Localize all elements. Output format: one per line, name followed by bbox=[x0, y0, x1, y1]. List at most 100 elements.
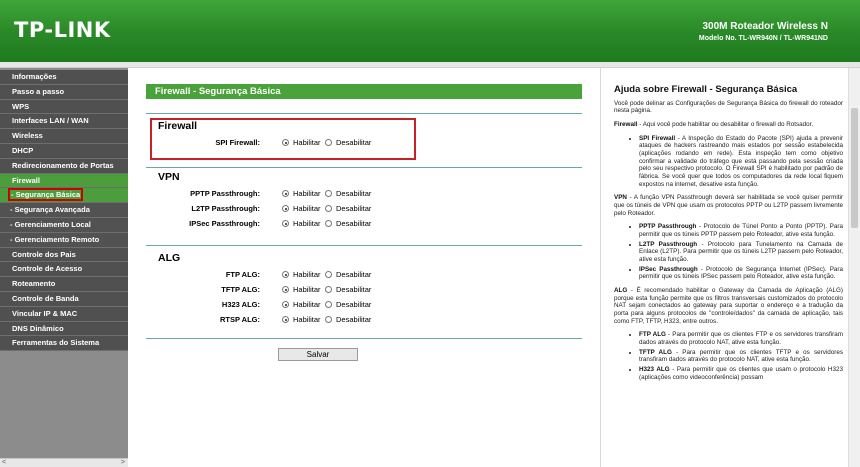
radio-unselected-icon[interactable] bbox=[325, 301, 332, 308]
save-button[interactable]: Salvar bbox=[278, 348, 358, 361]
sidebar-item-wireless[interactable]: Wireless bbox=[0, 129, 128, 144]
sidebar-item-dhcp[interactable]: DHCP bbox=[0, 143, 128, 159]
radio-selected-icon[interactable] bbox=[282, 286, 289, 293]
radio-selected-icon[interactable] bbox=[282, 139, 289, 146]
help-l2tp-term: L2TP Passthrough bbox=[639, 240, 698, 248]
sidebar-item-controle-de-acesso[interactable]: Controle de Acesso bbox=[0, 262, 128, 278]
sidebar-item-ferramentas-do-sistema[interactable]: Ferramentas do Sistema bbox=[0, 336, 128, 352]
help-ipsec-term: IPSec Passthrough bbox=[639, 265, 698, 273]
help-spi-term: SPI Firewall bbox=[639, 134, 676, 142]
help-alg-paragraph: ALG - É recomendado habilitar o Gateway … bbox=[614, 287, 843, 325]
enable-label: Habilitar bbox=[293, 204, 321, 213]
rtsp-alg-enable-radio[interactable]: Habilitar bbox=[282, 315, 321, 324]
scroll-left-icon[interactable]: < bbox=[2, 459, 6, 466]
help-spi-text: - A Inspeção do Estado do Pacote (SPI) a… bbox=[639, 134, 843, 188]
enable-label: Habilitar bbox=[293, 270, 321, 279]
sidebar: Informações Passo a passo WPS Interfaces… bbox=[0, 68, 128, 467]
enable-label: Habilitar bbox=[293, 315, 321, 324]
help-ftp-item: FTP ALG - Para permitir que os clientes … bbox=[639, 331, 843, 346]
sidebar-item-roteamento[interactable]: Roteamento bbox=[0, 277, 128, 292]
sidebar-menu: Informações Passo a passo WPS Interfaces… bbox=[0, 70, 128, 352]
help-ipsec-item: IPSec Passthrough - Protocolo de Seguran… bbox=[639, 266, 843, 281]
sidebar-item-wps[interactable]: WPS bbox=[0, 99, 128, 115]
help-tftp-term: TFTP ALG bbox=[639, 348, 672, 356]
rtsp-alg-row: RTSP ALG: Habilitar Desabilitar bbox=[128, 315, 598, 328]
sidebar-item-controle-dos-pais[interactable]: Controle dos Pais bbox=[0, 247, 128, 263]
model-title: 300M Roteador Wireless N bbox=[702, 21, 828, 32]
radio-unselected-icon[interactable] bbox=[325, 205, 332, 212]
pptp-disable-radio[interactable]: Desabilitar bbox=[325, 189, 371, 198]
radio-unselected-icon[interactable] bbox=[325, 286, 332, 293]
pptp-passthrough-label: PPTP Passthrough: bbox=[190, 189, 260, 198]
rtsp-alg-disable-radio[interactable]: Desabilitar bbox=[325, 315, 371, 324]
h323-alg-disable-radio[interactable]: Desabilitar bbox=[325, 300, 371, 309]
help-ftp-term: FTP ALG bbox=[639, 331, 666, 339]
sidebar-horizontal-scrollbar[interactable]: < > bbox=[0, 458, 128, 467]
help-vpn-term: VPN bbox=[614, 194, 627, 202]
ipsec-disable-radio[interactable]: Desabilitar bbox=[325, 219, 371, 228]
help-pptp-term: PPTP Passthrough bbox=[639, 223, 697, 231]
help-h323-item: H323 ALG - Para permitir que os clientes… bbox=[639, 366, 843, 381]
header-banner: TP-LINK 300M Roteador Wireless N Modelo … bbox=[0, 0, 860, 62]
disable-label: Desabilitar bbox=[336, 204, 372, 213]
tftp-alg-label: TFTP ALG: bbox=[221, 285, 260, 294]
enable-label: Habilitar bbox=[293, 189, 321, 198]
l2tp-passthrough-label: L2TP Passthrough: bbox=[191, 204, 260, 213]
sidebar-item-dns-dinamico[interactable]: DNS Dinâmico bbox=[0, 321, 128, 337]
sidebar-item-controle-de-banda[interactable]: Controle de Banda bbox=[0, 291, 128, 307]
radio-unselected-icon[interactable] bbox=[325, 220, 332, 227]
sidebar-item-gerenciamento-local[interactable]: - Gerenciamento Local bbox=[0, 217, 128, 233]
radio-unselected-icon[interactable] bbox=[325, 190, 332, 197]
sidebar-item-informacoes[interactable]: Informações bbox=[0, 70, 128, 85]
sidebar-item-seguranca-basica[interactable]: - Segurança Básica bbox=[0, 188, 128, 204]
help-vpn-list: PPTP Passthrough - Protocolo de Túnel Po… bbox=[639, 223, 843, 281]
help-firewall-term: Firewall bbox=[614, 120, 638, 128]
radio-selected-icon[interactable] bbox=[282, 301, 289, 308]
radio-unselected-icon[interactable] bbox=[325, 271, 332, 278]
help-firewall-paragraph: Firewall - Aqui você pode habilitar ou d… bbox=[614, 121, 843, 129]
ftp-alg-enable-radio[interactable]: Habilitar bbox=[282, 270, 321, 279]
help-vpn-paragraph: VPN - A função VPN Passthrough deverá se… bbox=[614, 194, 843, 217]
radio-selected-icon[interactable] bbox=[282, 220, 289, 227]
spi-firewall-enable-radio[interactable]: Habilitar bbox=[282, 138, 321, 147]
radio-unselected-icon[interactable] bbox=[325, 316, 332, 323]
tftp-alg-disable-radio[interactable]: Desabilitar bbox=[325, 285, 371, 294]
pptp-enable-radio[interactable]: Habilitar bbox=[282, 189, 321, 198]
help-scroll-thumb[interactable] bbox=[851, 108, 858, 228]
sidebar-item-redirecionamento-de-portas[interactable]: Redirecionamento de Portas bbox=[0, 158, 128, 174]
ipsec-enable-radio[interactable]: Habilitar bbox=[282, 219, 321, 228]
sidebar-item-gerenciamento-remoto[interactable]: - Gerenciamento Remoto bbox=[0, 232, 128, 248]
section-divider bbox=[146, 338, 582, 339]
sidebar-item-passo-a-passo[interactable]: Passo a passo bbox=[0, 84, 128, 100]
radio-unselected-icon[interactable] bbox=[325, 139, 332, 146]
disable-label: Desabilitar bbox=[336, 270, 372, 279]
disable-label: Desabilitar bbox=[336, 300, 372, 309]
l2tp-disable-radio[interactable]: Desabilitar bbox=[325, 204, 371, 213]
sidebar-item-vincular-ip-mac[interactable]: Vincular IP & MAC bbox=[0, 306, 128, 322]
help-tftp-item: TFTP ALG - Para permitir que os clientes… bbox=[639, 349, 843, 364]
disable-label: Desabilitar bbox=[336, 138, 372, 147]
spi-firewall-disable-radio[interactable]: Desabilitar bbox=[325, 138, 371, 147]
enable-label: Habilitar bbox=[293, 285, 321, 294]
disable-label: Desabilitar bbox=[336, 189, 372, 198]
tftp-alg-enable-radio[interactable]: Habilitar bbox=[282, 285, 321, 294]
ftp-alg-row: FTP ALG: Habilitar Desabilitar bbox=[128, 270, 598, 283]
disable-label: Desabilitar bbox=[336, 285, 372, 294]
sidebar-item-interfaces-lan-wan[interactable]: Interfaces LAN / WAN bbox=[0, 114, 128, 130]
ipsec-passthrough-label: IPSec Passthrough: bbox=[189, 219, 260, 228]
l2tp-enable-radio[interactable]: Habilitar bbox=[282, 204, 321, 213]
help-vertical-scrollbar[interactable] bbox=[848, 68, 860, 467]
h323-alg-enable-radio[interactable]: Habilitar bbox=[282, 300, 321, 309]
radio-selected-icon[interactable] bbox=[282, 316, 289, 323]
help-spi-item: SPI Firewall - A Inspeção do Estado do P… bbox=[639, 135, 843, 189]
sidebar-item-seguranca-avancada[interactable]: - Segurança Avançada bbox=[0, 203, 128, 218]
radio-selected-icon[interactable] bbox=[282, 205, 289, 212]
radio-selected-icon[interactable] bbox=[282, 190, 289, 197]
h323-alg-row: H323 ALG: Habilitar Desabilitar bbox=[128, 300, 598, 313]
sidebar-item-firewall[interactable]: Firewall bbox=[0, 173, 128, 189]
help-vpn-text: - A função VPN Passthrough deverá ser ha… bbox=[614, 194, 843, 217]
page-title: Firewall - Segurança Básica bbox=[146, 84, 582, 99]
ftp-alg-disable-radio[interactable]: Desabilitar bbox=[325, 270, 371, 279]
radio-selected-icon[interactable] bbox=[282, 271, 289, 278]
scroll-right-icon[interactable]: > bbox=[121, 459, 125, 466]
